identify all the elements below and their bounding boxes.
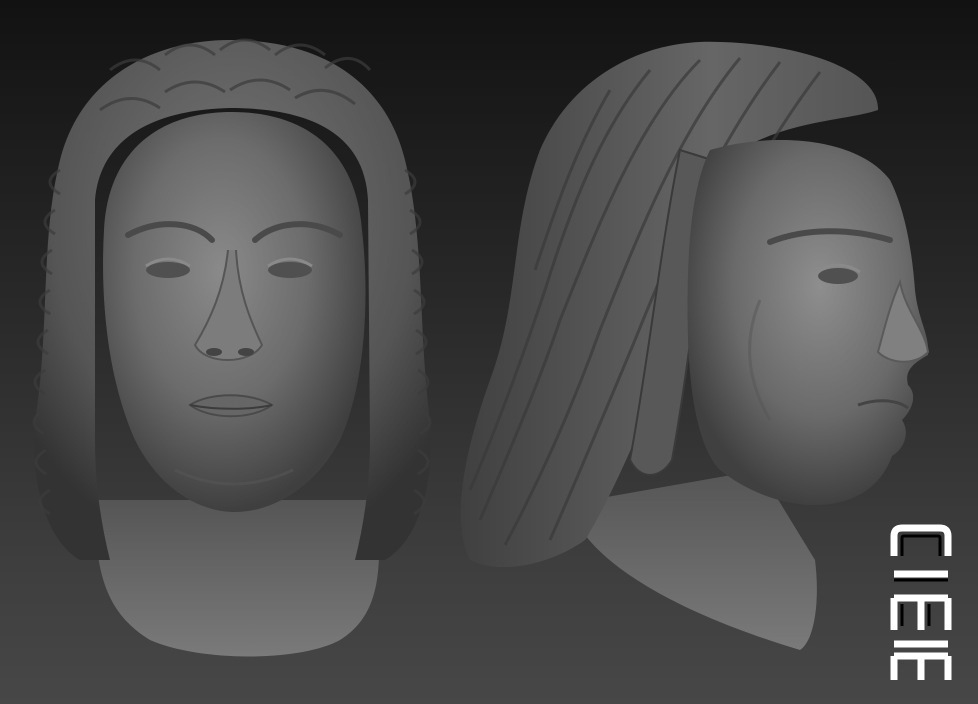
render-viewport <box>0 0 978 704</box>
profile-view-bust <box>460 41 930 650</box>
front-eye-left <box>146 262 190 278</box>
profile-eye <box>818 268 858 284</box>
front-neck <box>95 500 380 657</box>
sculpt-render <box>32 38 930 657</box>
front-eye-right <box>268 262 312 278</box>
front-view-bust <box>32 38 432 657</box>
cieie-logo <box>890 524 952 680</box>
